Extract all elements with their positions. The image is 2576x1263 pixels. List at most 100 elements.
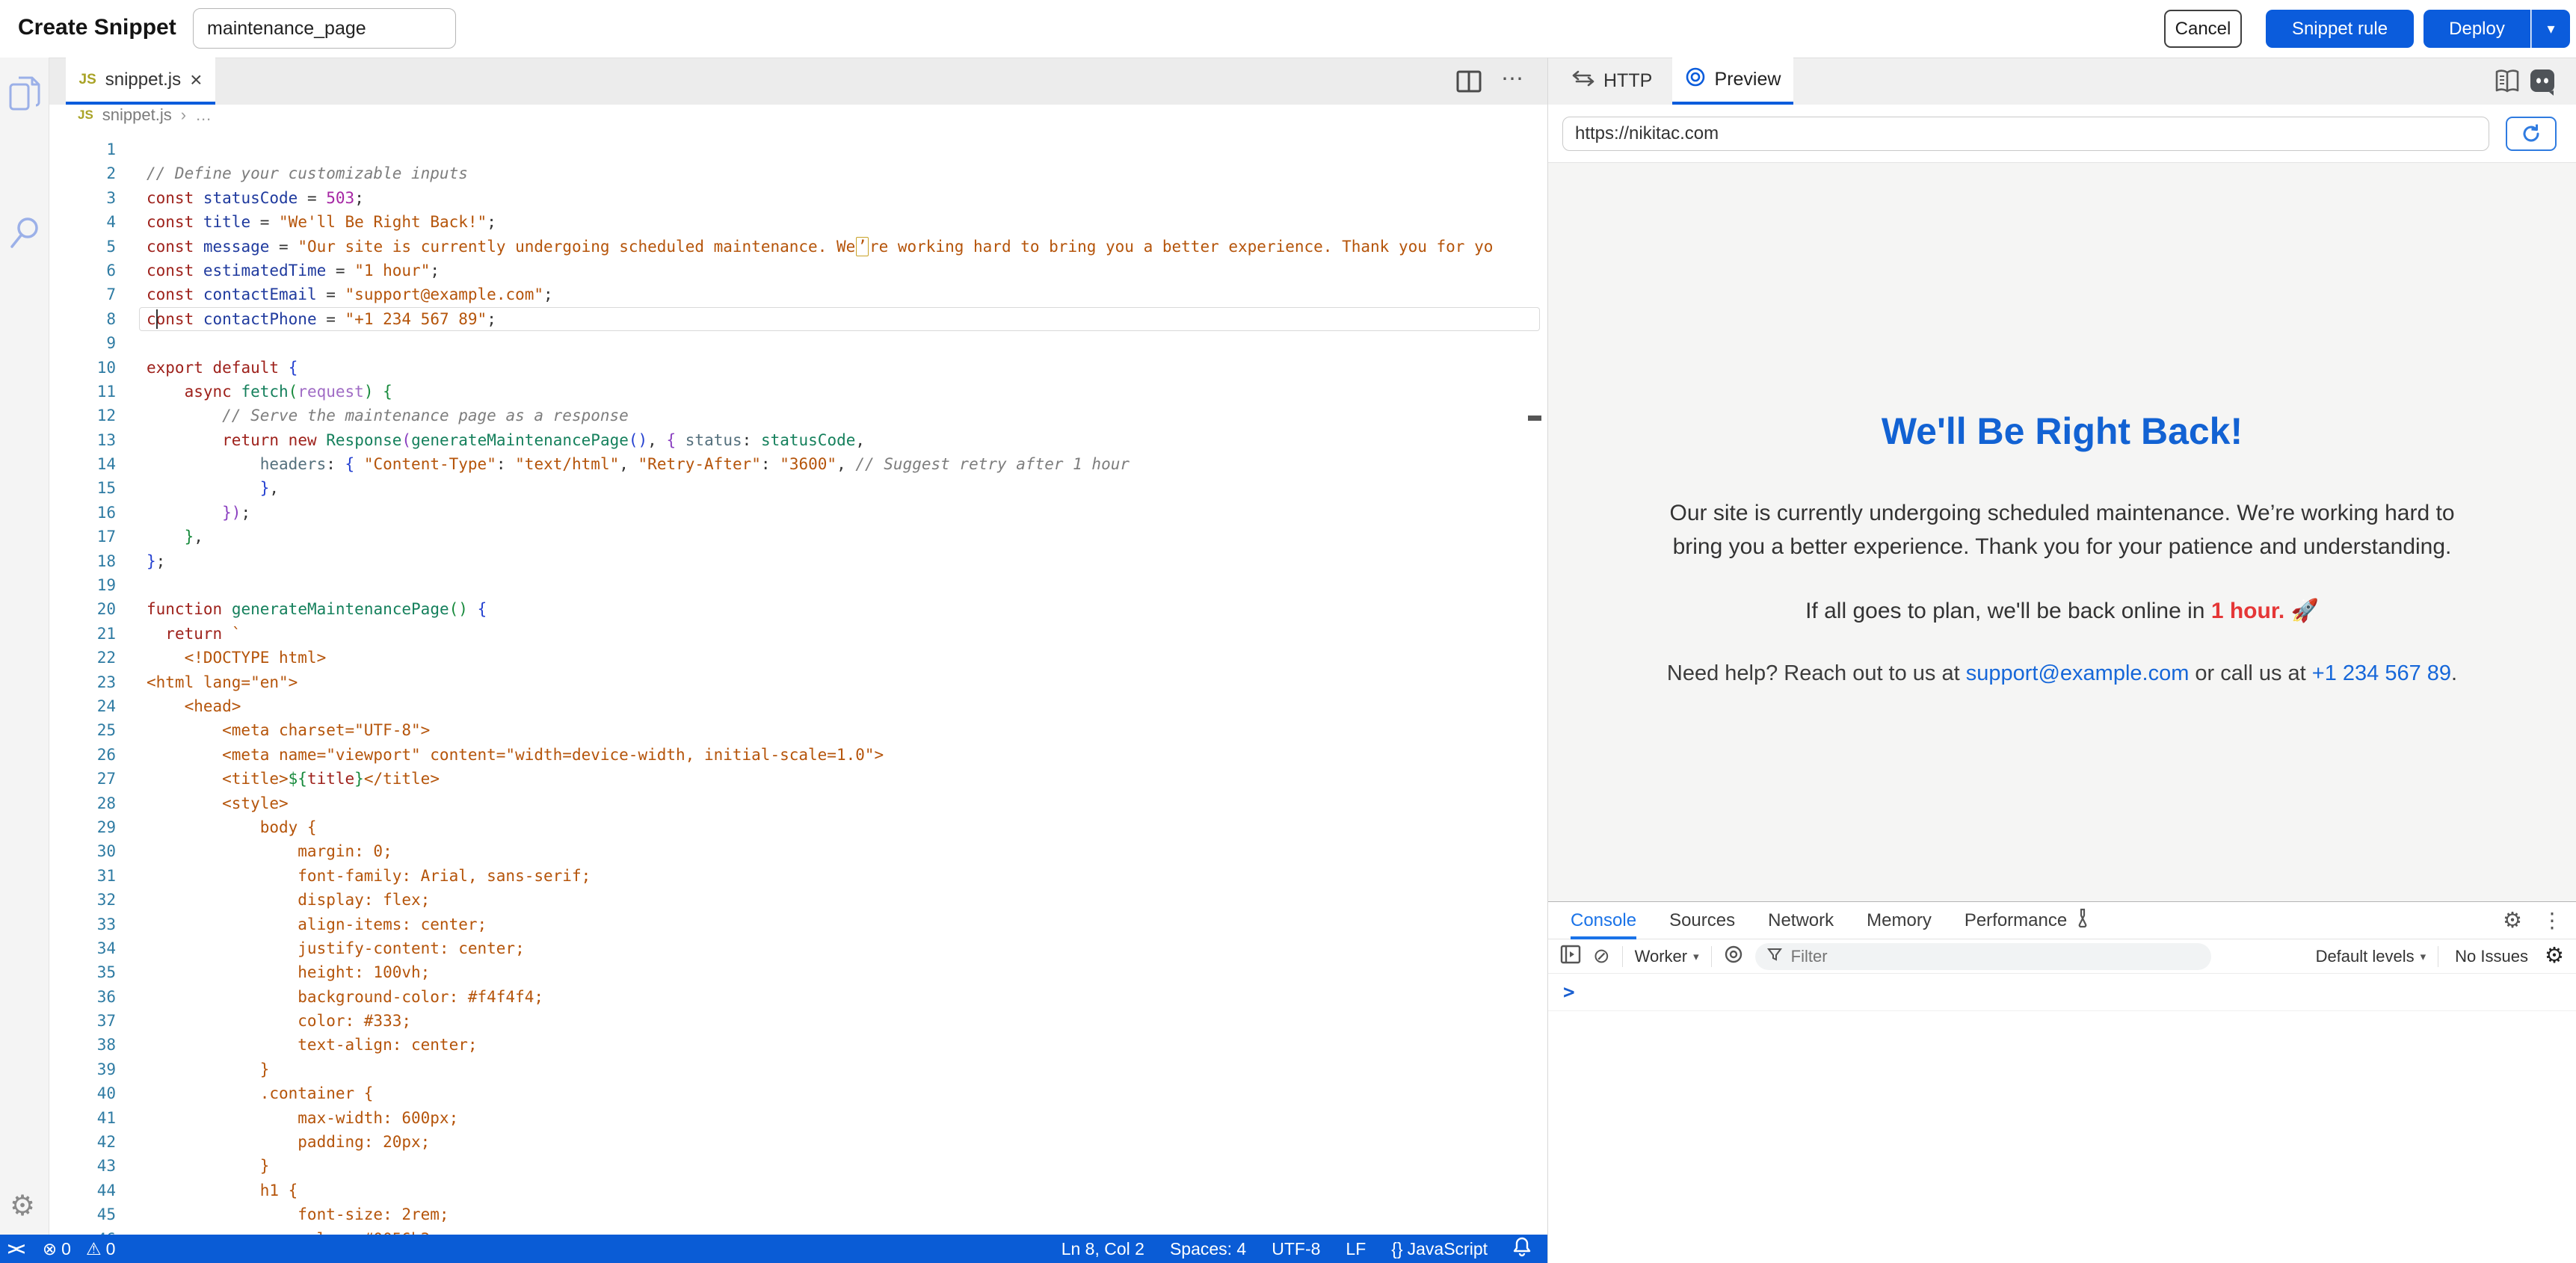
code-line[interactable]: 20function generateMaintenancePage() { [49, 597, 1547, 621]
code-line[interactable]: 18}; [49, 549, 1547, 573]
context-selector[interactable]: Worker ▾ [1635, 947, 1699, 966]
filter-input[interactable] [1790, 946, 2151, 967]
code-line[interactable]: 14 headers: { "Content-Type": "text/html… [49, 452, 1547, 476]
live-expression-eye-icon[interactable] [1724, 945, 1743, 968]
devtools-tab-console[interactable]: Console [1571, 902, 1636, 939]
files-icon[interactable] [9, 75, 42, 113]
console-input-row[interactable]: > [1548, 974, 2576, 1011]
code-line[interactable]: 3const statusCode = 503; [49, 186, 1547, 210]
code-line[interactable]: 41 max-width: 600px; [49, 1106, 1547, 1130]
console-output[interactable]: > [1548, 974, 2576, 1263]
code-line[interactable]: 38 text-align: center; [49, 1033, 1547, 1057]
code-editor[interactable]: 12// Define your customizable inputs3con… [49, 126, 1547, 1235]
code-line[interactable]: 27 <title>${title}</title> [49, 767, 1547, 791]
code-line[interactable]: 39 } [49, 1057, 1547, 1081]
warning-icon: ⚠ [86, 1239, 102, 1259]
devtools-tab-performance[interactable]: Performance [1965, 902, 2091, 939]
code-line[interactable]: 17 }, [49, 525, 1547, 549]
remote-indicator-icon[interactable]: >< [7, 1239, 23, 1259]
code-line[interactable]: 32 display: flex; [49, 888, 1547, 912]
code-line[interactable]: 44 h1 { [49, 1179, 1547, 1202]
code-line[interactable]: 35 height: 100vh; [49, 960, 1547, 984]
devtools-tab-memory[interactable]: Memory [1867, 902, 1932, 939]
indentation[interactable]: Spaces: 4 [1170, 1239, 1246, 1259]
code-line[interactable]: 29 body { [49, 815, 1547, 839]
code-line[interactable]: 16 }); [49, 501, 1547, 525]
code-line[interactable]: 19 [49, 573, 1547, 597]
cursor-position[interactable]: Ln 8, Col 2 [1061, 1239, 1144, 1259]
code-line[interactable]: 45 font-size: 2rem; [49, 1202, 1547, 1226]
code-line[interactable]: 36 background-color: #f4f4f4; [49, 985, 1547, 1009]
code-line[interactable]: 22 <!DOCTYPE html> [49, 646, 1547, 670]
code-line[interactable]: 4const title = "We'll Be Right Back!"; [49, 210, 1547, 234]
code-line[interactable]: 12 // Serve the maintenance page as a re… [49, 404, 1547, 427]
code-line[interactable]: 34 justify-content: center; [49, 936, 1547, 960]
code-line[interactable]: 2// Define your customizable inputs [49, 161, 1547, 185]
preview-url-input[interactable] [1562, 117, 2489, 151]
docs-book-icon[interactable] [2494, 69, 2521, 98]
code-line[interactable]: 31 font-family: Arial, sans-serif; [49, 864, 1547, 888]
code-line[interactable]: 6const estimatedTime = "1 hour"; [49, 259, 1547, 282]
code-line[interactable]: 1 [49, 138, 1547, 161]
tab-snippet-js[interactable]: JS snippet.js × [66, 58, 215, 105]
code-line[interactable]: 21 return ` [49, 622, 1547, 646]
devtools-tab-network[interactable]: Network [1768, 902, 1834, 939]
console-settings-icon[interactable]: ⚙ [2545, 945, 2564, 967]
tab-http[interactable]: HTTP [1565, 58, 1660, 105]
console-filter[interactable] [1755, 943, 2211, 970]
code-line[interactable]: 24 <head> [49, 694, 1547, 718]
code-line[interactable]: 46 color: #0056b3; [49, 1227, 1547, 1235]
support-email-link[interactable]: support@example.com [1966, 661, 2190, 685]
code-line[interactable]: 43 } [49, 1154, 1547, 1178]
devtools-menu-icon[interactable]: ⋮ [2542, 910, 2563, 931]
clear-console-icon[interactable]: ⊘ [1593, 946, 1610, 966]
code-line[interactable]: 26 <meta name="viewport" content="width=… [49, 743, 1547, 767]
code-line[interactable]: 8const contactPhone = "+1 234 567 89"; [49, 307, 1547, 331]
breadcrumb-file[interactable]: snippet.js [102, 105, 172, 125]
problems-warnings[interactable]: ⚠ 0 [86, 1239, 115, 1259]
code-line[interactable]: 37 color: #333; [49, 1009, 1547, 1033]
code-line[interactable]: 10export default { [49, 356, 1547, 380]
support-phone-link[interactable]: +1 234 567 89 [2312, 661, 2451, 685]
breadcrumb-more[interactable]: … [195, 105, 212, 125]
editor-more-actions-icon[interactable]: ⋯ [1501, 66, 1525, 92]
snippet-name-input[interactable] [193, 8, 456, 49]
devtools-settings-icon[interactable]: ⚙ [2503, 910, 2522, 932]
problems-errors[interactable]: ⊗ 0 [43, 1239, 71, 1259]
discord-icon[interactable] [2530, 69, 2557, 99]
settings-gear-icon[interactable]: ⚙ [10, 1192, 35, 1220]
snippet-rule-button[interactable]: Snippet rule [2266, 10, 2414, 48]
split-editor-icon[interactable] [1456, 70, 1482, 96]
search-icon[interactable] [9, 216, 42, 250]
code-line[interactable]: 11 async fetch(request) { [49, 380, 1547, 404]
no-issues-label[interactable]: No Issues [2455, 947, 2528, 966]
tab-close-icon[interactable]: × [190, 70, 202, 90]
code-line[interactable]: 42 padding: 20px; [49, 1130, 1547, 1154]
notifications-bell-icon[interactable] [1513, 1237, 1531, 1261]
language-mode[interactable]: {} JavaScript [1391, 1239, 1488, 1259]
code-line[interactable]: 33 align-items: center; [49, 912, 1547, 936]
code-line[interactable]: 5const message = "Our site is currently … [49, 235, 1547, 259]
refresh-button[interactable] [2506, 117, 2557, 151]
devtools-tab-sources[interactable]: Sources [1669, 902, 1735, 939]
code-line[interactable]: 7const contactEmail = "support@example.c… [49, 282, 1547, 306]
flask-icon [2074, 908, 2091, 933]
cancel-button[interactable]: Cancel [2164, 10, 2242, 48]
code-line[interactable]: 25 <meta charset="UTF-8"> [49, 718, 1547, 742]
deploy-button[interactable]: Deploy [2424, 10, 2530, 48]
deploy-dropdown-button[interactable]: ▾ [2531, 10, 2570, 48]
eol-type[interactable]: LF [1346, 1239, 1366, 1259]
code-area[interactable]: 12// Define your customizable inputs3con… [49, 138, 1547, 1235]
code-line[interactable]: 40 .container { [49, 1081, 1547, 1105]
code-line[interactable]: 13 return new Response(generateMaintenan… [49, 428, 1547, 452]
code-line[interactable]: 9 [49, 331, 1547, 355]
console-sidebar-toggle-icon[interactable] [1560, 945, 1581, 968]
encoding[interactable]: UTF-8 [1272, 1239, 1320, 1259]
code-line[interactable]: 28 <style> [49, 791, 1547, 815]
code-line[interactable]: 23<html lang="en"> [49, 670, 1547, 694]
log-levels-dropdown[interactable]: Default levels ▾ [2316, 947, 2426, 966]
code-line[interactable]: 15 }, [49, 476, 1547, 500]
code-line[interactable]: 30 margin: 0; [49, 839, 1547, 863]
breadcrumb[interactable]: JS snippet.js › … [49, 105, 1547, 126]
tab-preview[interactable]: Preview [1672, 58, 1793, 105]
